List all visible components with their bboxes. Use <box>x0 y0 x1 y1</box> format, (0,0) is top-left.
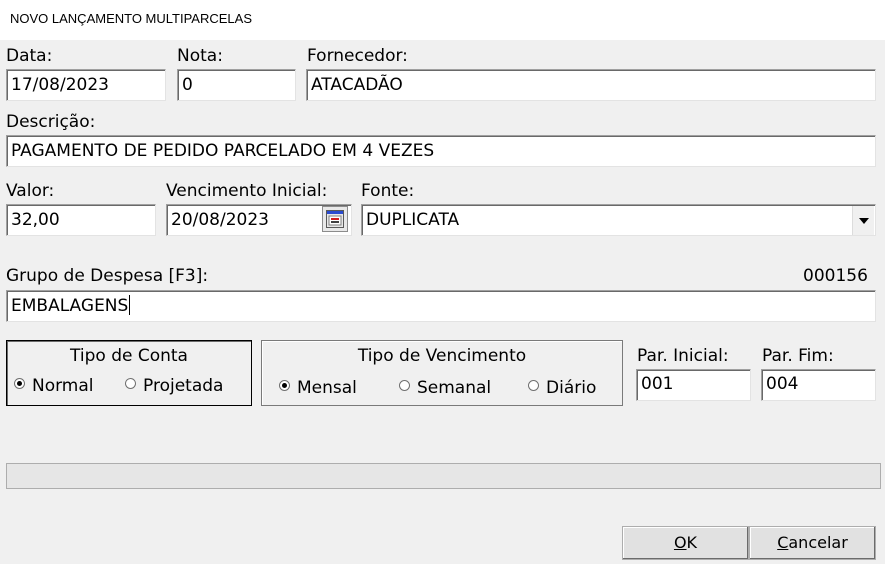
progress-bar <box>6 463 881 489</box>
fonte-dropdown-button[interactable] <box>852 206 874 235</box>
fonte-select[interactable]: DUPLICATA <box>361 204 876 236</box>
fornecedor-field[interactable]: ATACADÃO <box>306 69 876 101</box>
grupo-code: 000156 <box>803 266 868 286</box>
tipo-conta-title: Tipo de Conta <box>70 346 188 366</box>
tipo-conta-group: Tipo de Conta Normal Projetada <box>6 340 252 406</box>
radio-mensal-indicator <box>279 380 290 391</box>
radio-normal-label: Normal <box>32 376 94 396</box>
nota-label: Nota: <box>177 46 223 66</box>
radio-diario-label: Diário <box>546 378 597 398</box>
data-field[interactable]: 17/08/2023 <box>6 69 166 101</box>
ok-button[interactable]: OK <box>622 526 749 560</box>
par-fim-label: Par. Fim: <box>762 346 834 366</box>
radio-diario-indicator <box>528 380 539 391</box>
radio-normal-indicator <box>14 378 25 389</box>
grupo-label: Grupo de Despesa [F3]: <box>6 266 209 286</box>
fonte-value: DUPLICATA <box>366 210 460 230</box>
descricao-field[interactable]: PAGAMENTO DE PEDIDO PARCELADO EM 4 VEZES <box>6 135 876 167</box>
fornecedor-label: Fornecedor: <box>307 46 408 66</box>
nota-field[interactable]: 0 <box>177 69 296 101</box>
radio-mensal-label: Mensal <box>297 378 357 398</box>
grupo-value: EMBALAGENS <box>11 296 129 316</box>
cancelar-label-rest: ancelar <box>788 533 848 552</box>
radio-projetada[interactable]: Projetada <box>125 376 223 396</box>
radio-projetada-indicator <box>125 378 136 389</box>
window-title: NOVO LANÇAMENTO MULTIPARCELAS <box>10 11 252 26</box>
radio-semanal-label: Semanal <box>417 378 492 398</box>
radio-diario[interactable]: Diário <box>528 378 596 398</box>
data-label: Data: <box>6 46 53 66</box>
vencimento-value: 20/08/2023 <box>171 210 269 230</box>
vencimento-label: Vencimento Inicial: <box>166 181 328 201</box>
calendar-button[interactable] <box>322 206 348 232</box>
radio-normal[interactable]: Normal <box>14 376 94 396</box>
descricao-label: Descrição: <box>6 112 96 132</box>
ok-label-rest: K <box>686 533 698 552</box>
tipo-vencimento-title: Tipo de Vencimento <box>357 346 527 366</box>
par-inicial-field[interactable]: 001 <box>636 369 751 401</box>
radio-projetada-label: Projetada <box>143 376 224 396</box>
valor-label: Valor: <box>6 181 55 201</box>
ok-mnemonic: O <box>673 533 687 552</box>
radio-semanal-indicator <box>399 380 410 391</box>
chevron-down-icon <box>859 218 869 224</box>
par-inicial-label: Par. Inicial: <box>637 346 729 366</box>
cancelar-button[interactable]: Cancelar <box>749 526 876 560</box>
calendar-icon <box>326 210 344 228</box>
text-caret <box>129 295 131 315</box>
radio-semanal[interactable]: Semanal <box>399 378 491 398</box>
cancelar-mnemonic: C <box>777 533 789 552</box>
grupo-field[interactable]: EMBALAGENS <box>6 290 876 322</box>
valor-field[interactable]: 32,00 <box>6 204 156 236</box>
radio-mensal[interactable]: Mensal <box>279 378 357 398</box>
par-fim-field[interactable]: 004 <box>761 369 876 401</box>
title-bar: NOVO LANÇAMENTO MULTIPARCELAS <box>0 0 885 40</box>
fonte-label: Fonte: <box>361 181 415 201</box>
tipo-vencimento-group: Tipo de Vencimento Mensal Semanal Diário <box>261 340 623 406</box>
